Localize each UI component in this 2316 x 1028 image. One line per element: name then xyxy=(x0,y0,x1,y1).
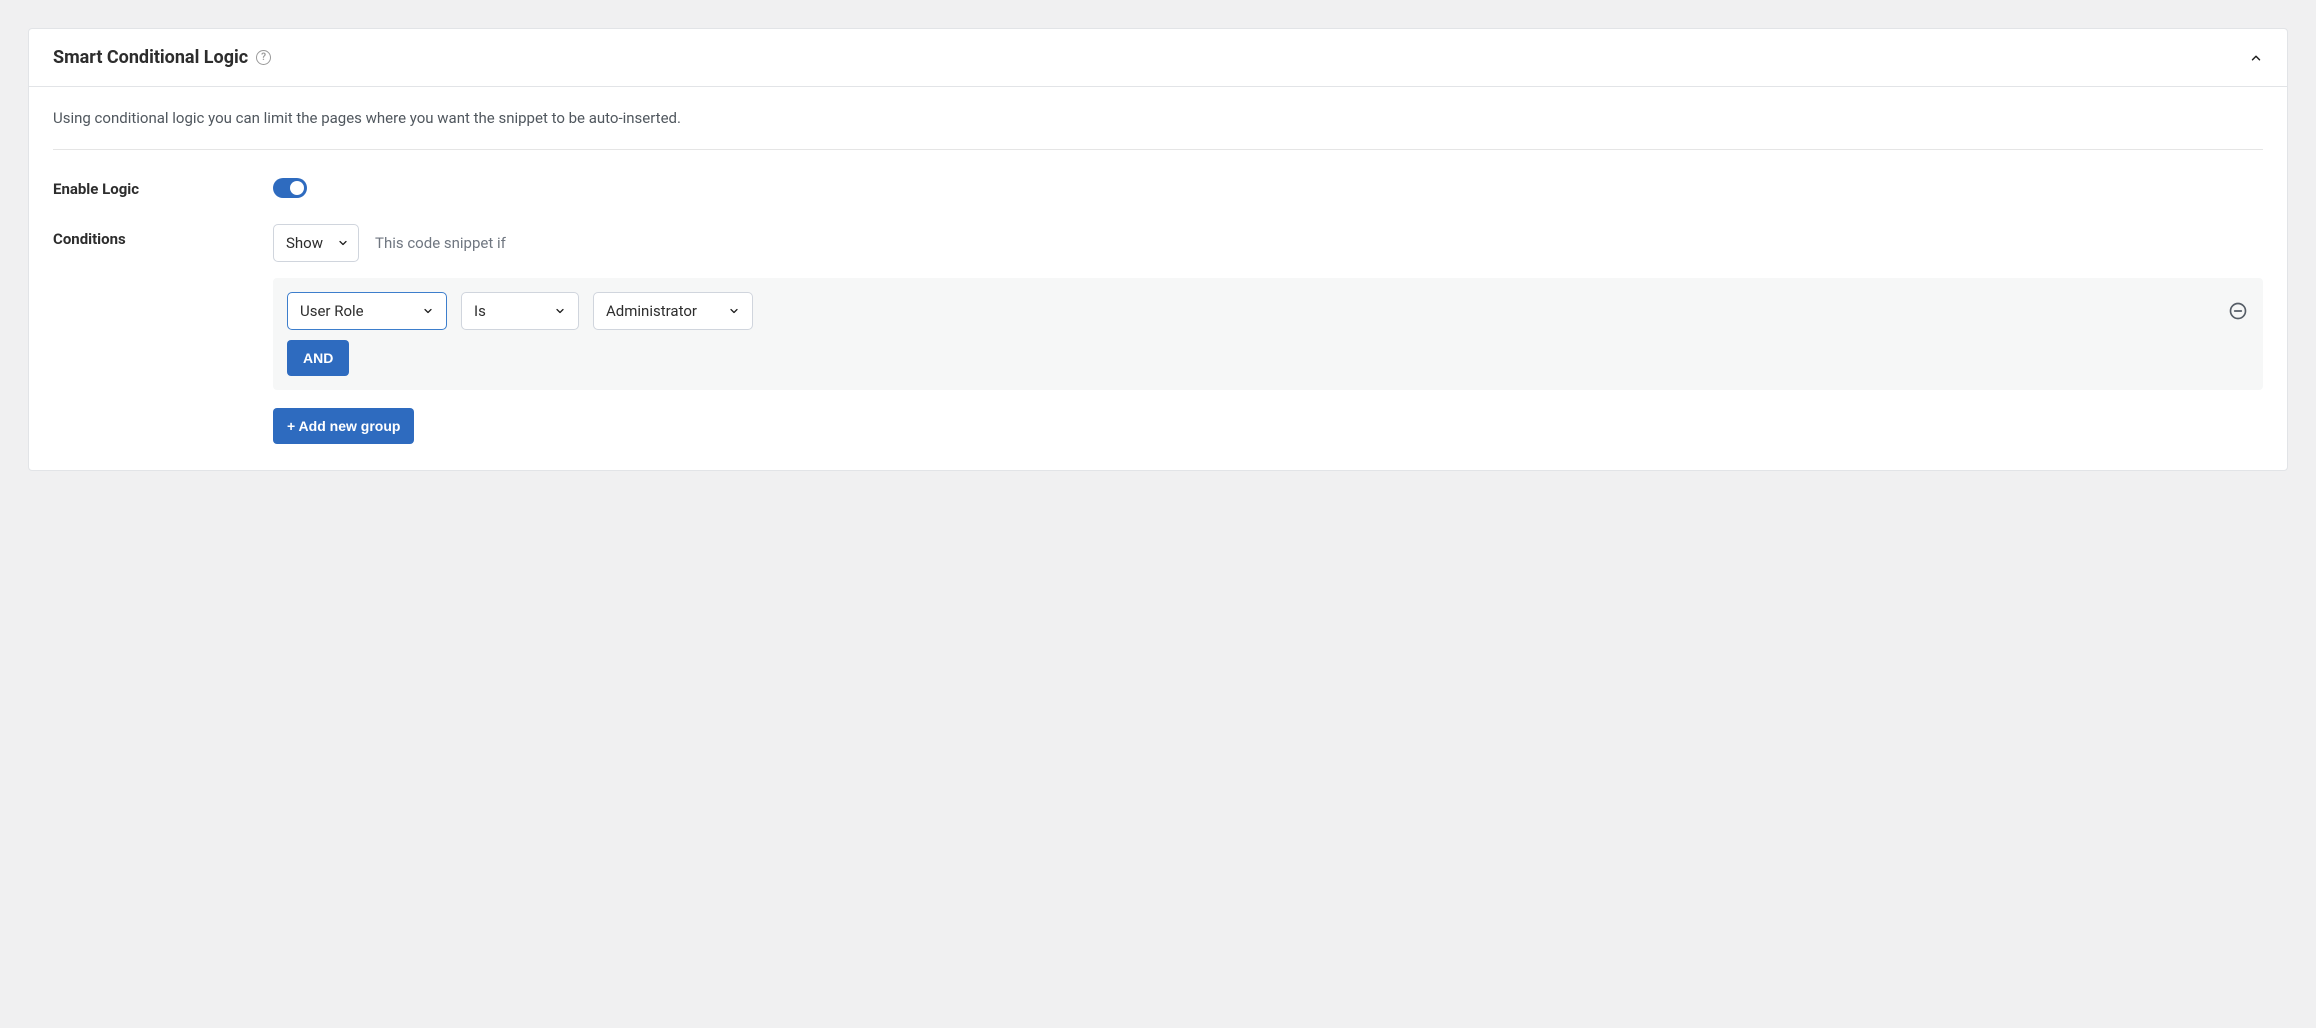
condition-group: User Role Is Administrat xyxy=(273,278,2263,390)
help-icon[interactable]: ? xyxy=(256,50,271,65)
panel-title-wrap: Smart Conditional Logic ? xyxy=(53,47,271,68)
conditions-label: Conditions xyxy=(53,224,273,248)
panel-description: Using conditional logic you can limit th… xyxy=(53,109,2263,150)
chevron-down-icon xyxy=(554,305,566,317)
enable-logic-content xyxy=(273,174,2263,202)
conditions-action-line: Show This code snippet if xyxy=(273,224,2263,262)
condition-value-value: Administrator xyxy=(606,302,697,320)
condition-value-select[interactable]: Administrator xyxy=(593,292,753,330)
conditions-content: Show This code snippet if User Role xyxy=(273,224,2263,444)
panel-header[interactable]: Smart Conditional Logic ? xyxy=(29,29,2287,87)
chevron-down-icon xyxy=(337,237,349,249)
condition-operator-select[interactable]: Is xyxy=(461,292,579,330)
and-button-label: AND xyxy=(303,350,333,366)
remove-rule-button[interactable] xyxy=(2227,300,2249,322)
conditional-logic-panel: Smart Conditional Logic ? Using conditio… xyxy=(28,28,2288,471)
action-select-value: Show xyxy=(286,234,323,252)
condition-rule-row: User Role Is Administrat xyxy=(287,292,2249,330)
enable-logic-label: Enable Logic xyxy=(53,174,273,198)
add-group-button[interactable]: + Add new group xyxy=(273,408,414,444)
condition-operator-value: Is xyxy=(474,302,486,320)
condition-field-value: User Role xyxy=(300,302,364,320)
condition-field-select[interactable]: User Role xyxy=(287,292,447,330)
panel-body: Using conditional logic you can limit th… xyxy=(29,87,2287,470)
action-select[interactable]: Show xyxy=(273,224,359,262)
conditions-row: Conditions Show This code snippet if Use xyxy=(53,224,2263,444)
panel-title: Smart Conditional Logic xyxy=(53,47,248,68)
chevron-down-icon xyxy=(728,305,740,317)
and-button[interactable]: AND xyxy=(287,340,349,376)
enable-logic-toggle[interactable] xyxy=(273,178,307,198)
add-group-button-label: + Add new group xyxy=(287,418,400,434)
chevron-down-icon xyxy=(422,305,434,317)
enable-logic-row: Enable Logic xyxy=(53,174,2263,202)
action-suffix-text: This code snippet if xyxy=(375,234,506,252)
chevron-up-icon[interactable] xyxy=(2249,51,2263,65)
